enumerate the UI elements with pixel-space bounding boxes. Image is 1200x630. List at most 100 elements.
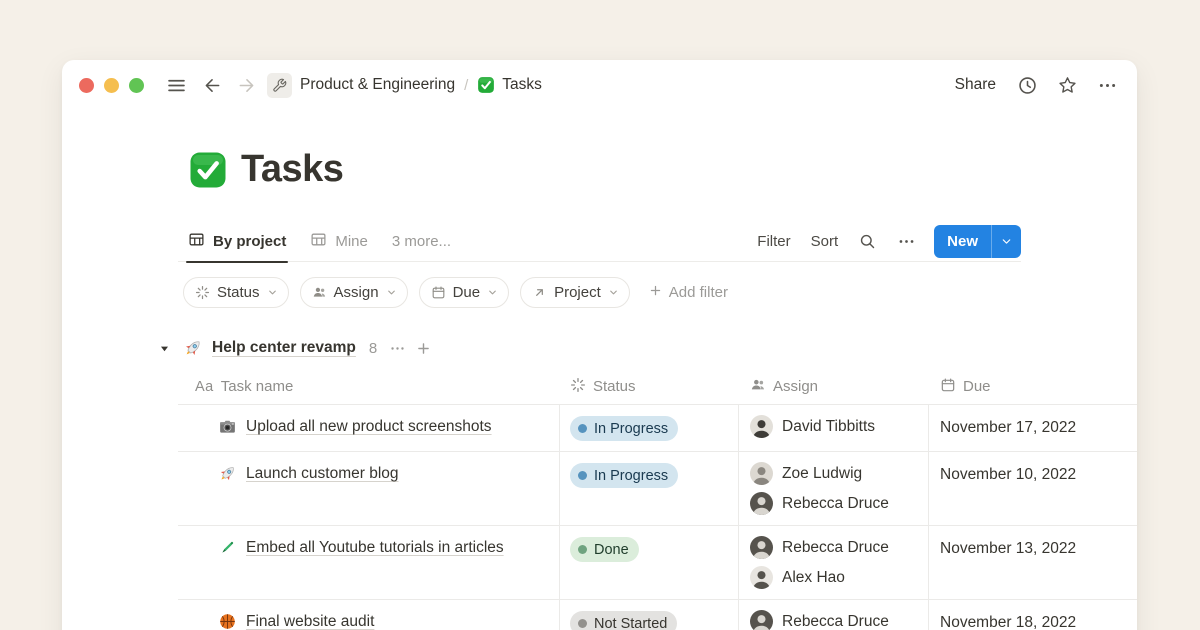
status-icon <box>570 377 586 397</box>
assignee[interactable]: Rebecca Druce <box>750 536 928 559</box>
status-badge[interactable]: In Progress <box>570 463 678 488</box>
group-name[interactable]: Help center revamp <box>212 339 356 357</box>
breadcrumb-page[interactable]: Tasks <box>477 76 542 94</box>
add-filter-button[interactable]: Add filter <box>648 283 728 302</box>
status-badge[interactable]: In Progress <box>570 416 678 441</box>
chevron-down-icon[interactable] <box>992 225 1021 258</box>
clock-icon[interactable] <box>1017 75 1038 96</box>
tab-label: By project <box>213 233 286 250</box>
breadcrumb-workspace[interactable]: Product & Engineering <box>300 76 455 94</box>
chip-label: Project <box>554 284 601 301</box>
status-label: Not Started <box>594 616 667 630</box>
avatar <box>750 536 773 559</box>
assign-cell[interactable]: Rebecca Druce Alex Hao <box>739 526 929 599</box>
column-header-assign[interactable]: Assign <box>739 377 929 397</box>
view-tabs-bar: By project Mine 3 more... Filter Sort New <box>178 221 1021 262</box>
assign-cell[interactable]: David Tibbitts <box>739 405 929 451</box>
chip-label: Assign <box>334 284 379 301</box>
filter-chip-assign[interactable]: Assign <box>300 277 408 308</box>
column-header-status[interactable]: Status <box>560 377 739 397</box>
avatar <box>750 492 773 515</box>
task-name-link[interactable]: Upload all new product screenshots <box>246 415 492 438</box>
column-header-due[interactable]: Due <box>929 377 1137 397</box>
sort-button[interactable]: Sort <box>811 233 839 250</box>
assignee-name: Rebecca Druce <box>782 495 889 513</box>
tab-label: 3 more... <box>392 233 451 250</box>
due-cell[interactable]: November 10, 2022 <box>929 452 1137 525</box>
people-icon <box>312 285 327 300</box>
plus-icon <box>648 283 663 302</box>
tab-3-more-[interactable]: 3 more... <box>392 221 451 262</box>
add-filter-label: Add filter <box>669 284 728 301</box>
status-cell[interactable]: In Progress <box>560 405 739 451</box>
view-more-icon[interactable] <box>897 232 916 251</box>
page-title[interactable]: Tasks <box>241 148 343 191</box>
due-date: November 13, 2022 <box>940 537 1137 560</box>
more-icon[interactable] <box>1097 75 1118 96</box>
new-button[interactable]: New <box>934 225 1021 258</box>
column-label: Status <box>593 378 636 395</box>
task-name-link[interactable]: Embed all Youtube tutorials in articles <box>246 536 504 559</box>
task-name-cell[interactable]: Final website audit <box>178 600 560 630</box>
assignee[interactable]: Zoe Ludwig <box>750 462 928 485</box>
check-icon <box>477 76 495 94</box>
task-name-cell[interactable]: Launch customer blog <box>178 452 560 525</box>
column-header-task-name[interactable]: AaTask name <box>178 378 560 395</box>
triangle-down-icon[interactable] <box>158 342 171 355</box>
back-arrow-icon[interactable] <box>202 75 223 96</box>
star-icon[interactable] <box>1057 75 1078 96</box>
assignee[interactable]: Rebecca Druce <box>750 610 928 630</box>
status-badge[interactable]: Not Started <box>570 611 677 630</box>
group-count: 8 <box>369 340 377 357</box>
filter-button[interactable]: Filter <box>757 233 790 250</box>
search-icon[interactable] <box>858 232 877 251</box>
minimize-button[interactable] <box>104 78 119 93</box>
due-cell[interactable]: November 17, 2022 <box>929 405 1137 451</box>
task-name-link[interactable]: Launch customer blog <box>246 462 399 485</box>
page-check-icon[interactable] <box>188 150 228 190</box>
close-button[interactable] <box>79 78 94 93</box>
tab-mine[interactable]: Mine <box>310 221 368 262</box>
status-cell[interactable]: Not Started <box>560 600 739 630</box>
workspace-wrench-icon[interactable] <box>267 73 292 98</box>
assign-cell[interactable]: Rebecca Druce <box>739 600 929 630</box>
group-add-icon[interactable] <box>415 340 432 357</box>
status-cell[interactable]: Done <box>560 526 739 599</box>
page-header: Tasks <box>188 148 1021 191</box>
tab-label: Mine <box>335 233 368 250</box>
task-name-link[interactable]: Final website audit <box>246 610 374 630</box>
table-header-row: AaTask name Status AssignDue <box>178 369 1137 405</box>
topbar-right-icons <box>1017 75 1118 96</box>
hamburger-icon[interactable] <box>166 75 187 96</box>
status-badge[interactable]: Done <box>570 537 639 562</box>
assign-cell[interactable]: Zoe Ludwig Rebecca Druce <box>739 452 929 525</box>
due-cell[interactable]: November 18, 2022→ November 20, 2022 <box>929 600 1137 630</box>
forward-arrow-icon[interactable] <box>236 75 257 96</box>
arrow-up-right-icon <box>532 285 547 300</box>
assignee[interactable]: Rebecca Druce <box>750 492 928 515</box>
group-more-icon[interactable] <box>389 340 406 357</box>
filter-chip-due[interactable]: Due <box>419 277 510 308</box>
status-label: In Progress <box>594 421 668 437</box>
task-name-cell[interactable]: Embed all Youtube tutorials in articles <box>178 526 560 599</box>
status-icon <box>195 285 210 300</box>
assignee[interactable]: Alex Hao <box>750 566 928 589</box>
filter-chip-status[interactable]: Status <box>183 277 289 308</box>
filter-chip-project[interactable]: Project <box>520 277 630 308</box>
due-date: November 17, 2022 <box>940 416 1137 439</box>
task-name-cell[interactable]: Upload all new product screenshots <box>178 405 560 451</box>
basketball-icon <box>218 610 237 630</box>
status-cell[interactable]: In Progress <box>560 452 739 525</box>
tab-by-project[interactable]: By project <box>188 221 286 262</box>
new-button-label[interactable]: New <box>934 225 991 258</box>
column-label: Task name <box>221 378 294 395</box>
due-cell[interactable]: November 13, 2022 <box>929 526 1137 599</box>
chevron-down-icon <box>267 287 278 298</box>
zoom-button[interactable] <box>129 78 144 93</box>
assignee[interactable]: David Tibbitts <box>750 415 928 438</box>
share-button[interactable]: Share <box>955 76 996 94</box>
chip-label: Status <box>217 284 260 301</box>
table-icon <box>310 231 327 252</box>
pen-icon <box>218 536 237 557</box>
people-icon <box>750 377 766 397</box>
